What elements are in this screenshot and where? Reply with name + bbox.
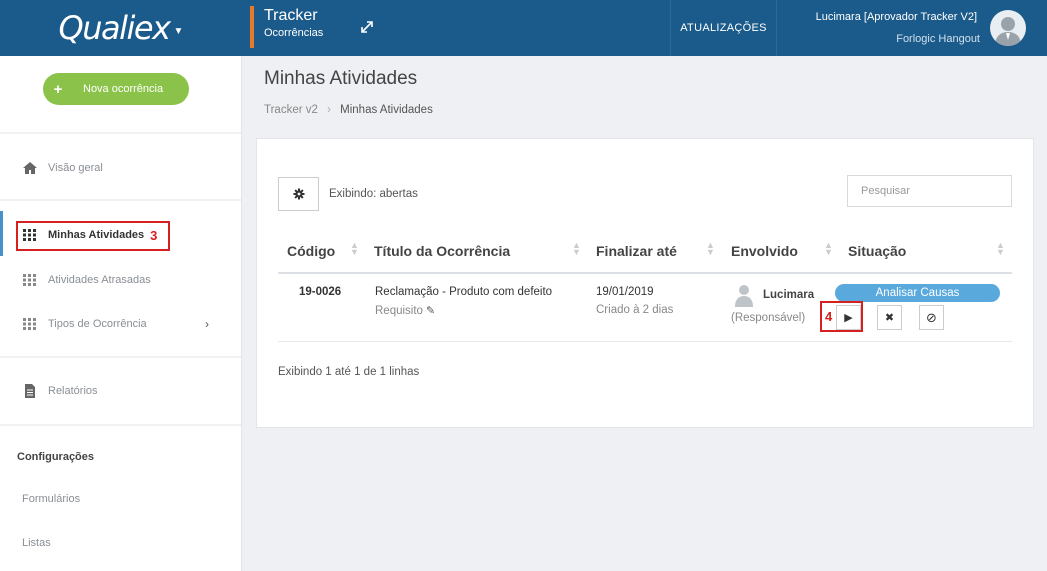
module-title: Tracker bbox=[264, 7, 318, 24]
column-header-status[interactable]: Situação bbox=[848, 243, 906, 259]
sort-icon[interactable]: ▲ ▼ bbox=[706, 241, 715, 257]
user-name[interactable]: Lucimara [Aprovador Tracker V2] bbox=[816, 11, 977, 23]
module-subtitle: Ocorrências bbox=[264, 27, 324, 39]
top-bar: Qualiex ▼ Tracker Ocorrências ATUALIZAÇÕ… bbox=[0, 0, 1047, 56]
sidebar-item-label: Visão geral bbox=[48, 162, 103, 174]
row-due-date: 19/01/2019 bbox=[596, 286, 654, 298]
settings-section-title: Configurações bbox=[17, 451, 95, 463]
ban-icon: ⊘ bbox=[926, 309, 937, 325]
divider bbox=[0, 424, 241, 426]
new-occurrence-button[interactable]: + Nova ocorrência bbox=[43, 73, 189, 105]
page-title: Minhas Atividades bbox=[264, 68, 418, 89]
settings-button[interactable] bbox=[278, 177, 319, 211]
row-person: Lucimara bbox=[763, 289, 815, 301]
table-header-divider bbox=[278, 272, 1012, 274]
close-icon: ✖ bbox=[884, 312, 895, 324]
row-code: 19-0026 bbox=[299, 286, 342, 298]
column-header-involved[interactable]: Envolvido bbox=[731, 243, 798, 259]
updates-link[interactable]: ATUALIZAÇÕES bbox=[670, 0, 777, 56]
row-role: (Responsável) bbox=[731, 312, 806, 324]
annotation-box bbox=[16, 221, 170, 251]
new-occurrence-label: Nova ocorrência bbox=[83, 83, 164, 95]
row-created: Criado à 2 dias bbox=[596, 304, 674, 316]
logo-text: Qualiex bbox=[58, 9, 171, 47]
start-button[interactable]: ▶ bbox=[836, 305, 861, 330]
module-switcher[interactable]: Tracker Ocorrências bbox=[250, 6, 323, 48]
breadcrumb: Tracker v2 › Minhas Atividades bbox=[264, 104, 433, 116]
sort-icon[interactable]: ▲ ▼ bbox=[824, 241, 833, 257]
grid-icon bbox=[23, 318, 36, 330]
logo[interactable]: Qualiex ▼ bbox=[0, 0, 242, 56]
filter-status-label: Exibindo: abertas bbox=[329, 188, 418, 200]
reject-button[interactable]: ✖ bbox=[877, 305, 902, 330]
column-header-title[interactable]: Título da Ocorrência bbox=[374, 243, 510, 259]
person-icon bbox=[735, 285, 753, 307]
sidebar-link-forms[interactable]: Formulários bbox=[22, 493, 80, 505]
sidebar: + Nova ocorrência Visão geral Minhas Ati… bbox=[0, 56, 242, 571]
chevron-right-icon: › bbox=[327, 104, 331, 116]
grid-icon bbox=[23, 274, 36, 286]
sidebar-item-label: Atividades Atrasadas bbox=[48, 274, 151, 286]
row-type-label: Requisito bbox=[375, 305, 423, 317]
sidebar-item-label: Tipos de Ocorrência bbox=[48, 318, 147, 330]
sidebar-item-label: Relatórios bbox=[48, 385, 98, 397]
table-row-divider bbox=[278, 341, 1012, 342]
gear-icon bbox=[293, 188, 304, 200]
annotation-step-4: 4 bbox=[825, 309, 833, 324]
play-icon: ▶ bbox=[844, 312, 853, 324]
row-type: Requisito ✎ bbox=[375, 304, 435, 317]
sort-icon[interactable]: ▲ ▼ bbox=[996, 241, 1005, 257]
caret-down-icon: ▼ bbox=[173, 25, 184, 37]
home-icon bbox=[23, 162, 37, 174]
sidebar-link-lists[interactable]: Listas bbox=[22, 537, 51, 549]
user-organization: Forlogic Hangout bbox=[896, 33, 980, 45]
sidebar-item-overview[interactable]: Visão geral bbox=[0, 150, 241, 186]
plus-icon: + bbox=[53, 80, 63, 98]
report-icon bbox=[25, 384, 35, 398]
chevron-right-icon: › bbox=[205, 317, 209, 331]
cancel-button[interactable]: ⊘ bbox=[919, 305, 944, 330]
search-input[interactable] bbox=[847, 175, 1012, 207]
divider bbox=[0, 356, 241, 358]
expand-icon[interactable] bbox=[359, 19, 375, 35]
breadcrumb-link[interactable]: Tracker v2 bbox=[264, 104, 318, 116]
sort-icon[interactable]: ▲ ▼ bbox=[572, 241, 581, 257]
pencil-icon[interactable]: ✎ bbox=[426, 304, 435, 317]
breadcrumb-current: Minhas Atividades bbox=[340, 104, 433, 116]
row-title[interactable]: Reclamação - Produto com defeito bbox=[375, 286, 552, 298]
column-header-due[interactable]: Finalizar até bbox=[596, 243, 677, 259]
divider bbox=[0, 132, 241, 134]
pagination-info: Exibindo 1 até 1 de 1 linhas bbox=[278, 366, 420, 378]
sidebar-item-late-activities[interactable]: Atividades Atrasadas bbox=[0, 262, 241, 298]
divider bbox=[0, 199, 241, 201]
sort-icon[interactable]: ▲ ▼ bbox=[350, 241, 359, 257]
column-header-code[interactable]: Código bbox=[287, 243, 335, 259]
status-badge[interactable]: Analisar Causas bbox=[835, 284, 1000, 302]
user-avatar-icon[interactable] bbox=[990, 10, 1026, 46]
sidebar-item-reports[interactable]: Relatórios bbox=[0, 373, 241, 409]
sidebar-item-occurrence-types[interactable]: Tipos de Ocorrência › bbox=[0, 306, 241, 342]
